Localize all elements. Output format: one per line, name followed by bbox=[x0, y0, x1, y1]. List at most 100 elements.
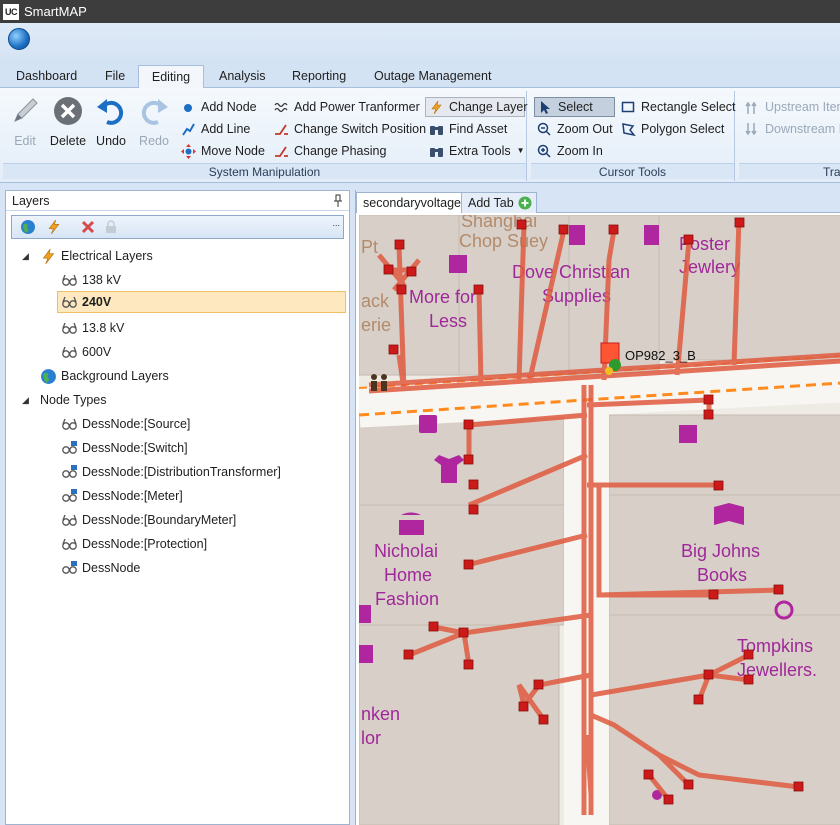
collapse-arrow-icon[interactable]: ◢ bbox=[22, 252, 31, 261]
tree-item-138kv[interactable]: 138 kV bbox=[61, 269, 121, 291]
extra-tools-label: Extra Tools bbox=[449, 144, 511, 158]
glasses-lock-icon bbox=[62, 560, 77, 574]
add-node-label: Add Node bbox=[201, 100, 257, 114]
ribbon-tabs: Dashboard File Editing Analysis Reportin… bbox=[0, 61, 840, 89]
quick-access-bar bbox=[0, 23, 840, 61]
tab-dashboard[interactable]: Dashboard bbox=[8, 65, 85, 88]
map-node bbox=[383, 264, 394, 275]
change-phasing-label: Change Phasing bbox=[294, 144, 387, 158]
tree-item-label: 138 kV bbox=[82, 273, 121, 287]
upstream-items-button[interactable]: Upstream Item bbox=[745, 97, 840, 117]
tree-item-dessnode-distributiontransformer[interactable]: DessNode:[DistributionTransformer] bbox=[61, 461, 281, 483]
place-label: lor bbox=[361, 728, 381, 748]
add-node-button[interactable]: Add Node bbox=[181, 97, 257, 117]
pin-icon[interactable] bbox=[333, 194, 343, 208]
add-tab-button[interactable]: Add Tab bbox=[461, 192, 537, 213]
rectangle-select-button[interactable]: Rectangle Select bbox=[621, 97, 736, 117]
tab-secondaryvoltage[interactable]: secondaryvoltage bbox=[356, 192, 468, 213]
zoom-out-button[interactable]: Zoom Out bbox=[537, 119, 613, 139]
layers-panel: Layers ... ◢ Electrical Layers 138 kV 24… bbox=[5, 190, 350, 825]
delete-button[interactable]: Delete bbox=[46, 95, 90, 151]
lightning-icon bbox=[431, 100, 442, 114]
layers-toolbar: ... bbox=[11, 215, 344, 239]
add-tab-label: Add Tab bbox=[468, 196, 514, 210]
undo-button-label: Undo bbox=[96, 134, 126, 148]
place-label: ack bbox=[361, 291, 390, 311]
title-bar: UC SmartMAP bbox=[0, 0, 840, 23]
map-node bbox=[538, 714, 549, 725]
extra-tools-button[interactable]: Extra Tools ▼ bbox=[429, 141, 525, 161]
change-phasing-button[interactable]: Change Phasing bbox=[274, 141, 386, 161]
place-label: Dove Christian bbox=[512, 262, 630, 282]
layers-panel-header: Layers bbox=[6, 191, 349, 211]
tree-item-dessnode-boundarymeter[interactable]: DessNode:[BoundaryMeter] bbox=[61, 509, 236, 531]
tree-item-dessnode[interactable]: DessNode bbox=[61, 557, 140, 579]
polygon-select-button[interactable]: Polygon Select bbox=[621, 119, 724, 139]
map-canvas[interactable]: Shanghai Chop Suey Dove Christian Suppli… bbox=[359, 215, 840, 825]
tree-item-label: 13.8 kV bbox=[82, 321, 125, 335]
tree-item-dessnode-protection[interactable]: DessNode:[Protection] bbox=[61, 533, 207, 555]
tree-item-electrical-layers[interactable]: Electrical Layers bbox=[40, 245, 153, 267]
map-node bbox=[428, 621, 439, 632]
collapse-arrow-icon[interactable]: ◢ bbox=[22, 396, 31, 405]
change-switch-position-button[interactable]: Change Switch Position bbox=[274, 119, 426, 139]
tab-outage-management[interactable]: Outage Management bbox=[366, 65, 499, 88]
map-tab-strip: secondaryvoltage Add Tab bbox=[356, 190, 840, 213]
upstream-icon bbox=[745, 101, 757, 114]
map-node bbox=[773, 584, 784, 595]
add-line-button[interactable]: Add Line bbox=[181, 119, 250, 139]
downstream-items-button[interactable]: Downstream It bbox=[745, 119, 840, 139]
glasses-lock-icon bbox=[62, 464, 77, 478]
tree-item-240v[interactable]: 240V bbox=[57, 291, 346, 313]
change-layer-button[interactable]: Change Layer bbox=[425, 97, 528, 117]
glasses-icon bbox=[62, 322, 77, 334]
zoom-out-label: Zoom Out bbox=[557, 122, 613, 136]
tree-item-dessnode-meter[interactable]: DessNode:[Meter] bbox=[61, 485, 183, 507]
tree-item-13-8kv[interactable]: 13.8 kV bbox=[61, 317, 124, 339]
map-node bbox=[473, 284, 484, 295]
tab-file[interactable]: File bbox=[97, 65, 133, 88]
add-power-transformer-label: Add Power Tranformer bbox=[294, 100, 420, 114]
tree-item-label: 600V bbox=[82, 345, 112, 359]
map-svg[interactable]: Shanghai Chop Suey Dove Christian Suppli… bbox=[359, 215, 840, 825]
tab-reporting[interactable]: Reporting bbox=[284, 65, 354, 88]
downstream-items-label: Downstream It bbox=[765, 122, 840, 136]
globe-app-menu-icon[interactable] bbox=[8, 28, 30, 50]
remove-icon[interactable] bbox=[80, 219, 96, 235]
redo-button[interactable]: Redo bbox=[132, 95, 176, 151]
map-node bbox=[713, 480, 724, 491]
glasses-icon bbox=[62, 296, 77, 308]
place-label: Chop Suey bbox=[459, 231, 548, 251]
undo-button[interactable]: Undo bbox=[89, 95, 133, 151]
tab-analysis[interactable]: Analysis bbox=[211, 65, 274, 88]
add-power-transformer-button[interactable]: Add Power Tranformer bbox=[274, 97, 420, 117]
gift-icon bbox=[679, 425, 697, 443]
globe-icon[interactable] bbox=[20, 219, 36, 235]
upstream-items-label: Upstream Item bbox=[765, 100, 840, 114]
place-label: nken bbox=[361, 704, 400, 724]
edit-button[interactable]: Edit bbox=[3, 95, 47, 151]
zoom-in-button[interactable]: Zoom In bbox=[537, 141, 603, 161]
move-node-button[interactable]: Move Node bbox=[181, 141, 265, 161]
tree-item-dessnode-source[interactable]: DessNode:[Source] bbox=[61, 413, 190, 435]
glasses-icon bbox=[62, 514, 77, 526]
tree-item-background-layers[interactable]: Background Layers bbox=[40, 365, 169, 387]
redo-icon bbox=[141, 99, 168, 125]
downstream-icon bbox=[745, 122, 757, 135]
tab-editing[interactable]: Editing bbox=[138, 65, 204, 89]
switch-icon bbox=[275, 124, 288, 135]
toolbar-overflow-icon[interactable]: ... bbox=[332, 218, 340, 228]
glasses-lock-icon bbox=[62, 488, 77, 502]
place-label: Fashion bbox=[375, 589, 439, 609]
select-button[interactable]: Select bbox=[534, 97, 615, 117]
tree-item-node-types[interactable]: Node Types bbox=[40, 389, 106, 411]
tree-item-dessnode-switch[interactable]: DessNode:[Switch] bbox=[61, 437, 188, 459]
lock-icon[interactable] bbox=[104, 220, 118, 234]
shop-icon bbox=[449, 255, 467, 273]
lightning-icon[interactable] bbox=[46, 219, 62, 235]
app-logo-icon: UC bbox=[3, 3, 19, 20]
find-asset-button[interactable]: Find Asset bbox=[429, 119, 507, 139]
app-title: SmartMAP bbox=[24, 4, 87, 19]
phasing-icon bbox=[275, 146, 288, 157]
tree-item-600v[interactable]: 600V bbox=[61, 341, 111, 363]
